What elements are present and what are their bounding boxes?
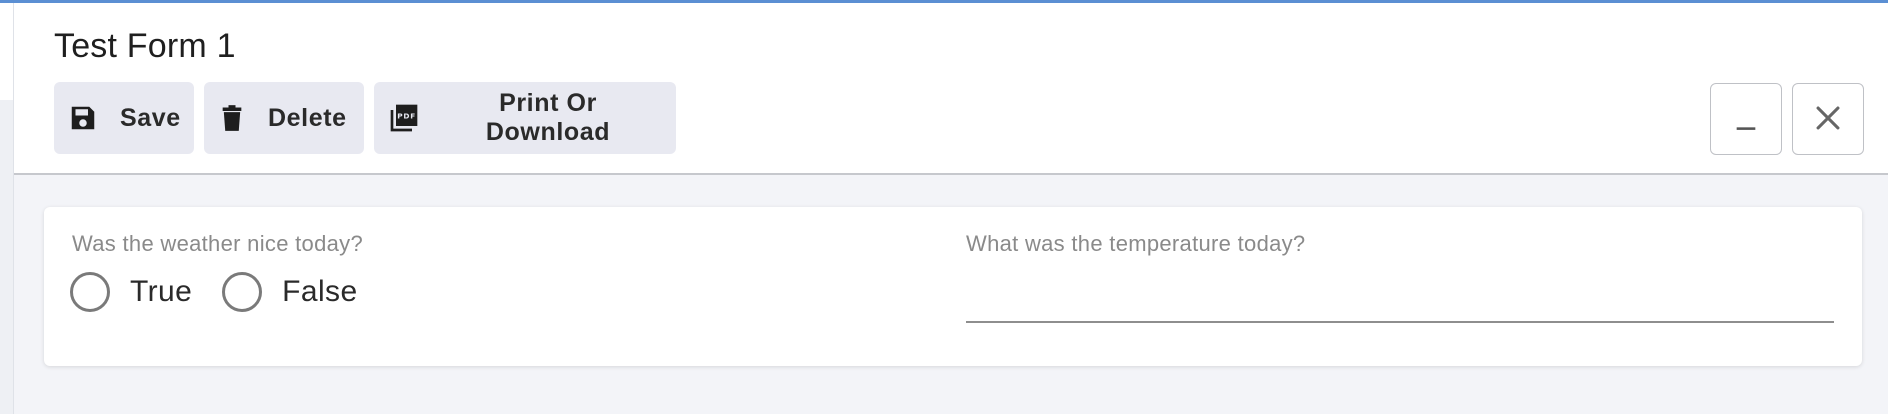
radio-true[interactable] [70, 272, 110, 312]
left-panel-lip [0, 3, 13, 100]
close-button[interactable] [1792, 83, 1864, 155]
save-button-label: Save [120, 103, 181, 132]
form-window: Test Form 1 Save Delete PDF Print Or Dow… [0, 0, 1888, 414]
radio-true-label: True [130, 275, 193, 308]
delete-button-label: Delete [268, 103, 347, 132]
minimize-button[interactable] [1710, 83, 1782, 155]
delete-button[interactable]: Delete [204, 82, 364, 154]
pdf-icon: PDF [388, 102, 420, 134]
save-button[interactable]: Save [54, 82, 194, 154]
form-title: Test Form 1 [54, 27, 236, 65]
weather-radio-group: True False [70, 272, 388, 312]
floppy-disk-icon [68, 102, 98, 134]
weather-question-label: Was the weather nice today? [72, 231, 363, 256]
trash-icon [218, 102, 246, 134]
print-button-label: Print Or Download [485, 89, 611, 146]
temperature-question-label: What was the temperature today? [966, 231, 1306, 256]
form-header: Test Form 1 Save Delete PDF Print Or Dow… [14, 3, 1888, 175]
form-card: Was the weather nice today? True False W… [44, 207, 1862, 366]
close-icon [1811, 101, 1845, 138]
radio-false[interactable] [222, 272, 263, 312]
svg-text:PDF: PDF [397, 112, 416, 121]
temperature-input[interactable] [966, 279, 1834, 323]
minimize-icon [1732, 104, 1760, 135]
left-panel-edge [0, 3, 14, 414]
radio-false-label: False [282, 275, 358, 308]
toolbar: Save Delete PDF Print Or Download [54, 82, 676, 154]
window-controls [1710, 83, 1864, 155]
print-or-download-button[interactable]: PDF Print Or Download [374, 82, 676, 154]
radio-option-true[interactable]: True [70, 272, 192, 312]
radio-option-false[interactable]: False [222, 272, 357, 312]
